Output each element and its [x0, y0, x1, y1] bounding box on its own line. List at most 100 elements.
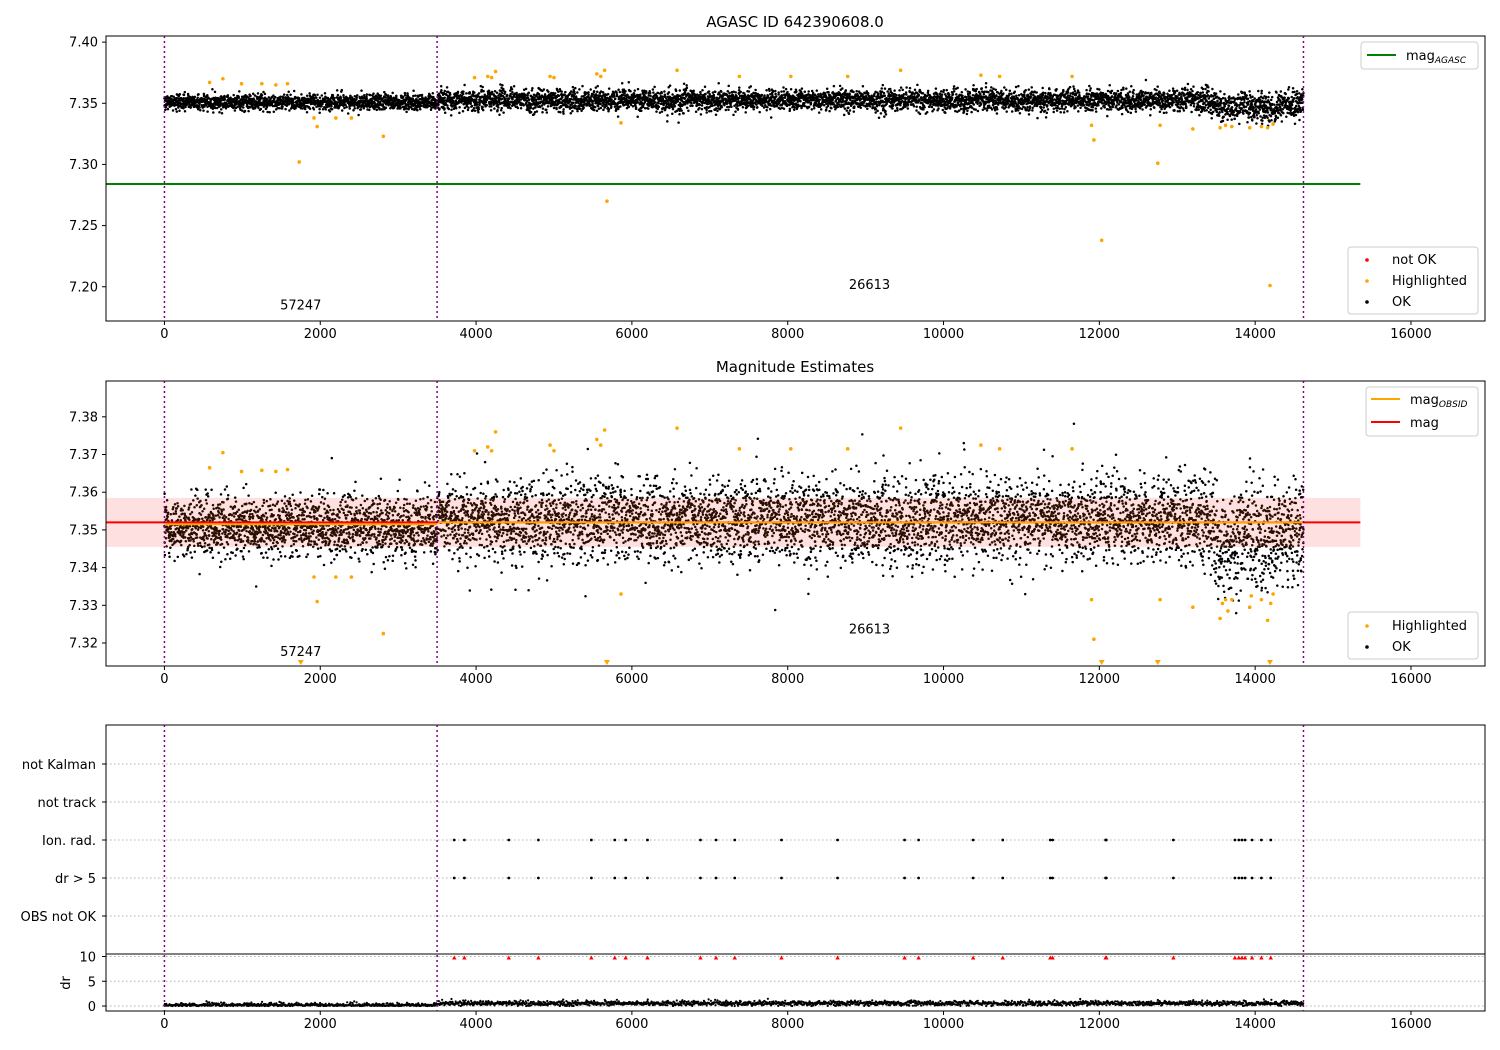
ok-point	[762, 106, 766, 109]
ok-point	[636, 115, 639, 119]
ok-point	[279, 95, 282, 98]
ok-point	[720, 106, 723, 109]
ok-point	[663, 90, 666, 93]
ok-point	[728, 91, 731, 95]
ok-point	[961, 94, 964, 98]
ok-point	[503, 90, 507, 94]
ok-point	[825, 87, 829, 91]
ok-point	[880, 87, 883, 90]
ok-point	[976, 109, 980, 113]
ok-point	[183, 90, 187, 94]
ok-point	[391, 91, 394, 95]
ok-point	[587, 93, 590, 96]
ok-point	[1013, 105, 1016, 108]
ok-point	[847, 106, 850, 110]
ok-point	[495, 96, 498, 100]
ok-point	[399, 107, 402, 110]
ok-point	[581, 84, 584, 88]
ok-point	[615, 91, 618, 94]
ok-point	[386, 94, 390, 97]
ok-point	[713, 96, 716, 99]
ok-point	[945, 88, 948, 92]
ok-point	[853, 105, 856, 108]
ok-point	[879, 112, 883, 115]
ok-point	[500, 106, 503, 110]
ok-point	[624, 89, 627, 93]
ok-point	[500, 97, 504, 101]
ok-point	[898, 89, 901, 92]
ok-point	[606, 92, 610, 96]
ok-point	[732, 113, 735, 117]
ok-point	[1004, 105, 1008, 109]
ok-point	[268, 110, 271, 114]
ok-point	[477, 108, 481, 111]
ok-point	[677, 121, 680, 124]
ok-point	[685, 86, 689, 90]
ok-point	[465, 92, 468, 95]
ok-point	[667, 91, 671, 94]
ok-point	[576, 109, 579, 113]
ok-point	[984, 81, 988, 85]
ok-point	[524, 87, 528, 91]
ok-point	[926, 89, 930, 93]
ok-point	[883, 94, 887, 97]
ok-point	[414, 94, 417, 97]
ok-point	[1014, 85, 1018, 89]
ok-point	[379, 94, 383, 98]
ok-point	[995, 112, 999, 115]
ok-point	[613, 105, 617, 109]
ok-point	[620, 82, 624, 85]
ok-point	[987, 104, 991, 108]
ok-point	[660, 110, 664, 113]
ok-point	[809, 101, 813, 105]
ok-point	[913, 88, 917, 92]
ok-point	[272, 110, 276, 113]
ok-point	[967, 106, 970, 110]
ok-point	[473, 109, 477, 113]
ok-point	[206, 110, 209, 113]
ok-point	[756, 106, 759, 109]
ok-point	[889, 87, 892, 91]
ok-point	[560, 90, 563, 93]
ok-point	[527, 98, 531, 101]
ok-point	[348, 107, 351, 110]
ok-point	[219, 108, 223, 111]
ok-point	[363, 94, 366, 97]
ok-point	[178, 109, 181, 112]
ok-point	[736, 108, 740, 111]
ok-point	[832, 84, 836, 88]
ok-point	[346, 112, 350, 115]
ok-point	[747, 90, 751, 93]
ok-point	[765, 108, 768, 112]
ok-point	[501, 83, 504, 87]
ok-point	[884, 109, 887, 113]
ok-point	[440, 88, 443, 92]
ok-point	[777, 91, 780, 94]
ok-point	[661, 97, 665, 101]
ok-point	[866, 92, 870, 95]
ok-point	[485, 104, 488, 107]
ok-point	[698, 106, 701, 110]
ok-point	[979, 103, 983, 106]
ok-point	[526, 94, 529, 98]
ok-point	[800, 92, 804, 95]
ok-point	[730, 105, 733, 108]
ok-point	[496, 108, 499, 112]
ok-point	[896, 109, 899, 112]
ok-point	[412, 89, 415, 93]
ok-point	[305, 94, 309, 98]
ok-point	[331, 93, 335, 97]
ok-point	[355, 96, 358, 99]
ok-point	[875, 104, 879, 107]
ok-point	[171, 109, 175, 112]
ok-point	[412, 94, 415, 98]
ok-point	[403, 94, 407, 97]
ok-point	[183, 110, 187, 113]
ok-point	[886, 90, 889, 93]
ok-point	[547, 90, 550, 93]
agasc-panel: AGASC ID 642390608.0 0 2000 4000 6000 8000 10…	[69, 13, 1486, 342]
ok-point	[660, 91, 663, 95]
ok-point	[287, 90, 290, 93]
ok-point	[419, 104, 423, 108]
ok-point	[685, 106, 689, 109]
